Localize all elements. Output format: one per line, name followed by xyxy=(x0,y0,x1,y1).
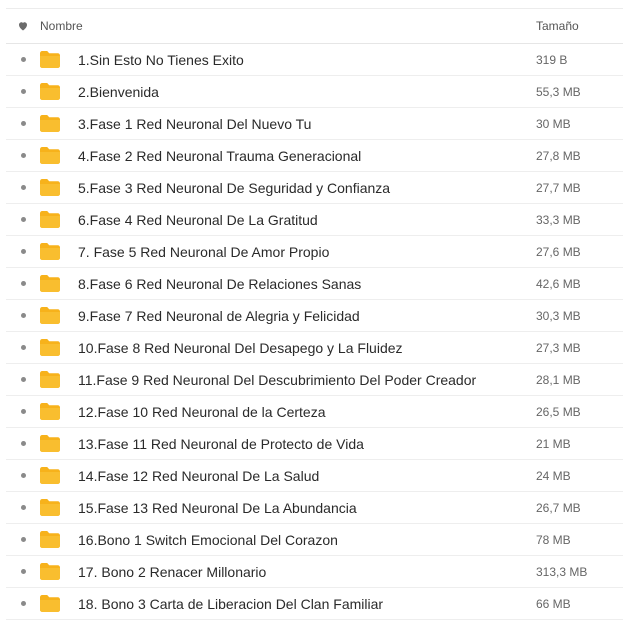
bullet-icon xyxy=(6,89,40,94)
file-name[interactable]: 13.Fase 11 Red Neuronal de Protecto de V… xyxy=(78,436,536,452)
file-name[interactable]: 12.Fase 10 Red Neuronal de la Certeza xyxy=(78,404,536,420)
bullet-icon xyxy=(6,601,40,606)
file-name[interactable]: 3.Fase 1 Red Neuronal Del Nuevo Tu xyxy=(78,116,536,132)
folder-icon xyxy=(40,179,78,196)
folder-icon xyxy=(40,467,78,484)
list-item[interactable]: 8.Fase 6 Red Neuronal De Relaciones Sana… xyxy=(6,268,623,300)
file-name[interactable]: 8.Fase 6 Red Neuronal De Relaciones Sana… xyxy=(78,276,536,292)
file-size: 55,3 MB xyxy=(536,84,581,99)
file-name[interactable]: 2.Bienvenida xyxy=(78,84,536,100)
list-item[interactable]: 7. Fase 5 Red Neuronal De Amor Propio 27… xyxy=(6,236,623,268)
file-size: 319 B xyxy=(536,52,568,67)
folder-icon xyxy=(40,307,78,324)
list-item[interactable]: 14.Fase 12 Red Neuronal De La Salud 24 M… xyxy=(6,460,623,492)
bullet-icon xyxy=(6,409,40,414)
bullet-icon xyxy=(6,505,40,510)
file-size: 42,6 MB xyxy=(536,276,581,291)
bullet-icon xyxy=(6,281,40,286)
size-column-header[interactable]: Tamaño xyxy=(536,19,623,33)
folder-icon xyxy=(40,339,78,356)
file-size: 26,7 MB xyxy=(536,500,581,515)
folder-icon xyxy=(40,403,78,420)
folder-icon xyxy=(40,563,78,580)
bullet-icon xyxy=(6,377,40,382)
file-name[interactable]: 7. Fase 5 Red Neuronal De Amor Propio xyxy=(78,244,536,260)
list-item[interactable]: 9.Fase 7 Red Neuronal de Alegria y Felic… xyxy=(6,300,623,332)
file-name[interactable]: 18. Bono 3 Carta de Liberacion Del Clan … xyxy=(78,596,536,612)
file-name[interactable]: 16.Bono 1 Switch Emocional Del Corazon xyxy=(78,532,536,548)
file-size: 30,3 MB xyxy=(536,308,581,323)
file-size: 27,7 MB xyxy=(536,180,581,195)
file-size: 27,8 MB xyxy=(536,148,581,163)
folder-icon xyxy=(40,275,78,292)
folder-icon xyxy=(40,435,78,452)
list-header: Nombre Tamaño xyxy=(6,9,623,44)
file-name[interactable]: 14.Fase 12 Red Neuronal De La Salud xyxy=(78,468,536,484)
file-name[interactable]: 9.Fase 7 Red Neuronal de Alegria y Felic… xyxy=(78,308,536,324)
list-item[interactable]: 2.Bienvenida 55,3 MB xyxy=(6,76,623,108)
bullet-icon xyxy=(6,537,40,542)
list-item[interactable]: 3.Fase 1 Red Neuronal Del Nuevo Tu 30 MB xyxy=(6,108,623,140)
file-name[interactable]: 1.Sin Esto No Tienes Exito xyxy=(78,52,536,68)
folder-icon xyxy=(40,243,78,260)
bullet-icon xyxy=(6,441,40,446)
folder-icon xyxy=(40,595,78,612)
folder-icon xyxy=(40,531,78,548)
file-name[interactable]: 6.Fase 4 Red Neuronal De La Gratitud xyxy=(78,212,536,228)
file-size: 21 MB xyxy=(536,436,571,451)
list-item[interactable]: 10.Fase 8 Red Neuronal Del Desapego y La… xyxy=(6,332,623,364)
file-size: 30 MB xyxy=(536,116,571,131)
bullet-icon xyxy=(6,153,40,158)
list-item[interactable]: 15.Fase 13 Red Neuronal De La Abundancia… xyxy=(6,492,623,524)
file-size: 28,1 MB xyxy=(536,372,581,387)
bullet-icon xyxy=(6,473,40,478)
folder-icon xyxy=(40,51,78,68)
list-item[interactable]: 11.Fase 9 Red Neuronal Del Descubrimient… xyxy=(6,364,623,396)
file-size: 78 MB xyxy=(536,532,571,547)
list-item[interactable]: 12.Fase 10 Red Neuronal de la Certeza 26… xyxy=(6,396,623,428)
folder-icon xyxy=(40,83,78,100)
file-size: 24 MB xyxy=(536,468,571,483)
list-item[interactable]: 5.Fase 3 Red Neuronal De Seguridad y Con… xyxy=(6,172,623,204)
file-list: Nombre Tamaño 1.Sin Esto No Tienes Exito… xyxy=(6,8,623,620)
folder-icon xyxy=(40,115,78,132)
file-size: 313,3 MB xyxy=(536,564,588,579)
file-size: 27,6 MB xyxy=(536,244,581,259)
name-column-header[interactable]: Nombre xyxy=(40,19,536,33)
list-item[interactable]: 18. Bono 3 Carta de Liberacion Del Clan … xyxy=(6,588,623,620)
file-size: 66 MB xyxy=(536,596,571,611)
list-item[interactable]: 6.Fase 4 Red Neuronal De La Gratitud 33,… xyxy=(6,204,623,236)
file-name[interactable]: 17. Bono 2 Renacer Millonario xyxy=(78,564,536,580)
file-size: 27,3 MB xyxy=(536,340,581,355)
bullet-icon xyxy=(6,121,40,126)
list-item[interactable]: 4.Fase 2 Red Neuronal Trauma Generaciona… xyxy=(6,140,623,172)
list-item[interactable]: 17. Bono 2 Renacer Millonario 313,3 MB xyxy=(6,556,623,588)
folder-icon xyxy=(40,211,78,228)
file-name[interactable]: 5.Fase 3 Red Neuronal De Seguridad y Con… xyxy=(78,180,536,196)
bullet-icon xyxy=(6,57,40,62)
list-item[interactable]: 13.Fase 11 Red Neuronal de Protecto de V… xyxy=(6,428,623,460)
bullet-icon xyxy=(6,185,40,190)
bullet-icon xyxy=(6,313,40,318)
list-item[interactable]: 16.Bono 1 Switch Emocional Del Corazon 7… xyxy=(6,524,623,556)
file-name[interactable]: 11.Fase 9 Red Neuronal Del Descubrimient… xyxy=(78,372,536,388)
bullet-icon xyxy=(6,217,40,222)
folder-icon xyxy=(40,371,78,388)
file-rows: 1.Sin Esto No Tienes Exito 319 B 2.Bienv… xyxy=(6,44,623,620)
heart-icon[interactable] xyxy=(6,20,40,32)
folder-icon xyxy=(40,499,78,516)
file-name[interactable]: 4.Fase 2 Red Neuronal Trauma Generaciona… xyxy=(78,148,536,164)
bullet-icon xyxy=(6,249,40,254)
folder-icon xyxy=(40,147,78,164)
file-name[interactable]: 15.Fase 13 Red Neuronal De La Abundancia xyxy=(78,500,536,516)
bullet-icon xyxy=(6,345,40,350)
file-name[interactable]: 10.Fase 8 Red Neuronal Del Desapego y La… xyxy=(78,340,536,356)
file-size: 33,3 MB xyxy=(536,212,581,227)
file-size: 26,5 MB xyxy=(536,404,581,419)
bullet-icon xyxy=(6,569,40,574)
list-item[interactable]: 1.Sin Esto No Tienes Exito 319 B xyxy=(6,44,623,76)
